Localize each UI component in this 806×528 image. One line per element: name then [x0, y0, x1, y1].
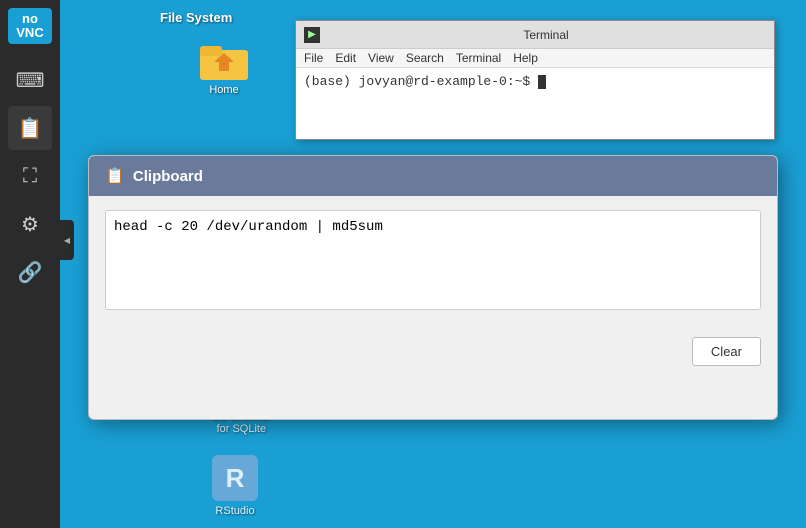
connection-icon[interactable]: 🔗: [8, 250, 52, 294]
sidebar-collapse-tab[interactable]: [60, 220, 74, 260]
terminal-menu-file[interactable]: File: [304, 51, 323, 65]
terminal-window: ▶ Terminal File Edit View Search Termina…: [295, 20, 775, 140]
clipboard-sidebar-icon[interactable]: 📋: [8, 106, 52, 150]
sidebar: noVNC ⌨ 📋 ⛶ ⚙ 🔗: [0, 0, 60, 528]
keyboard-icon[interactable]: ⌨: [8, 58, 52, 102]
clipboard-textarea[interactable]: head -c 20 /dev/urandom | md5sum: [105, 210, 761, 310]
fullscreen-icon[interactable]: ⛶: [8, 154, 52, 198]
novnc-logo: noVNC: [8, 8, 52, 44]
terminal-titlebar: ▶ Terminal: [296, 21, 774, 49]
rstudio-icon-svg: R: [212, 455, 258, 501]
home-desktop-icon[interactable]: Home: [200, 40, 248, 96]
clipboard-header-icon: 📋: [105, 166, 125, 186]
home-folder-svg: [200, 40, 248, 80]
clipboard-header: 📋 Clipboard: [89, 156, 777, 196]
clipboard-footer: Clear: [89, 329, 777, 374]
terminal-title: Terminal: [326, 28, 766, 42]
novnc-logo-text: noVNC: [16, 12, 43, 41]
terminal-menu-terminal[interactable]: Terminal: [456, 51, 501, 65]
svg-text:R: R: [226, 463, 245, 493]
rstudio-label: RStudio: [215, 505, 254, 517]
clipboard-body: head -c 20 /dev/urandom | md5sum: [89, 196, 777, 329]
terminal-prompt: (base) jovyan@rd-example-0:~$: [304, 74, 530, 89]
terminal-content: (base) jovyan@rd-example-0:~$: [296, 68, 774, 95]
terminal-menu-help[interactable]: Help: [513, 51, 538, 65]
home-icon-label: Home: [209, 84, 238, 96]
terminal-icon: ▶: [304, 27, 320, 43]
settings-icon[interactable]: ⚙: [8, 202, 52, 246]
terminal-menu-edit[interactable]: Edit: [335, 51, 356, 65]
clear-button[interactable]: Clear: [692, 337, 761, 366]
clipboard-header-label: Clipboard: [133, 168, 203, 185]
terminal-menubar: File Edit View Search Terminal Help: [296, 49, 774, 68]
clipboard-dialog: 📋 Clipboard head -c 20 /dev/urandom | md…: [88, 155, 778, 420]
terminal-menu-view[interactable]: View: [368, 51, 394, 65]
terminal-cursor: [538, 75, 546, 89]
terminal-menu-search[interactable]: Search: [406, 51, 444, 65]
filesystem-label: File System: [160, 10, 232, 25]
rstudio-desktop-icon[interactable]: R RStudio: [212, 455, 258, 517]
